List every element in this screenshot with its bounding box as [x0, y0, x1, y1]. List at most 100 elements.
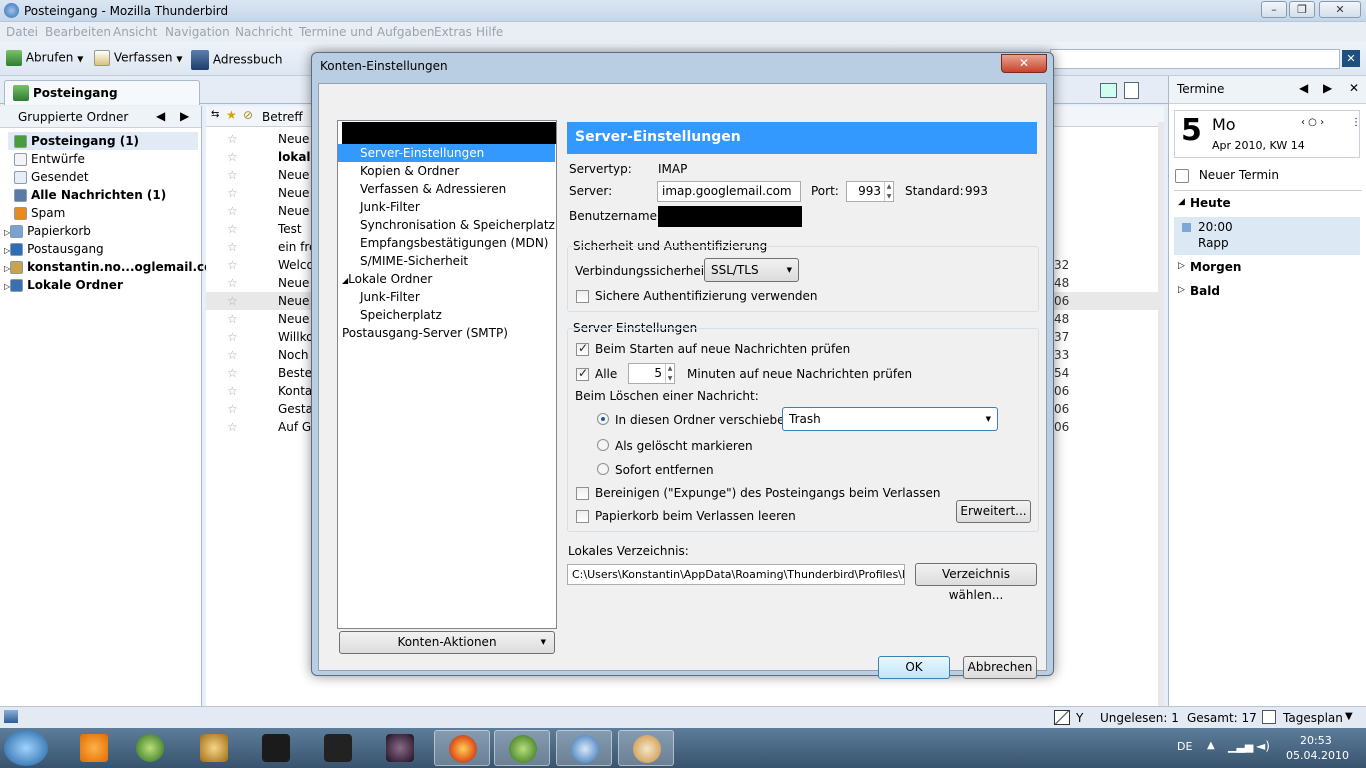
- tree-item[interactable]: Junk-Filter: [360, 198, 420, 216]
- menu-navigation[interactable]: Navigation: [165, 25, 230, 39]
- chevron-down-icon[interactable]: ▼: [1345, 711, 1353, 722]
- folder-item[interactable]: ▷ Lokale Ordner: [4, 276, 123, 294]
- empty-trash-checkbox[interactable]: [576, 510, 589, 523]
- star-icon[interactable]: ☆: [227, 274, 238, 292]
- star-icon[interactable]: ☆: [227, 166, 238, 184]
- star-icon[interactable]: ☆: [227, 202, 238, 220]
- port-input[interactable]: 993 ▲ ▼: [846, 181, 894, 202]
- star-icon[interactable]: ☆: [227, 400, 238, 418]
- tree-item[interactable]: ◢Lokale Ordner: [342, 270, 432, 288]
- taskbar-app-globe-2[interactable]: [494, 730, 550, 766]
- tree-item[interactable]: Synchronisation & Speicherplatz: [360, 216, 555, 234]
- check-on-start-checkbox[interactable]: [576, 341, 589, 356]
- previous-day-icon[interactable]: ◀: [1299, 81, 1308, 95]
- check-on-start-label[interactable]: Beim Starten auf neue Nachrichten prüfen: [595, 342, 850, 356]
- tree-item[interactable]: Verfassen & Adressieren: [360, 180, 506, 198]
- folder-item[interactable]: Entwürfe: [14, 150, 85, 168]
- redacted-username-input[interactable]: [658, 206, 802, 227]
- expand-tomorrow-icon[interactable]: ▷: [1178, 261, 1185, 271]
- star-icon[interactable]: ☆: [227, 310, 238, 328]
- maximize-button[interactable]: ❐: [1289, 1, 1315, 18]
- menu-extras[interactable]: Extras: [434, 25, 472, 39]
- account-actions-button[interactable]: Konten-Aktionen ▼: [339, 631, 555, 654]
- cancel-button[interactable]: Abbrechen: [963, 656, 1037, 679]
- choose-directory-button[interactable]: Verzeichnis wählen...: [915, 563, 1037, 602]
- check-every-label[interactable]: Alle: [595, 367, 617, 381]
- empty-trash-label[interactable]: Papierkorb beim Verlassen leeren: [595, 509, 796, 523]
- mark-deleted-label[interactable]: Als gelöscht markieren: [615, 439, 753, 453]
- star-icon[interactable]: ☆: [227, 148, 238, 166]
- menu-hilfe[interactable]: Hilfe: [476, 25, 503, 39]
- move-to-folder-label[interactable]: In diesen Ordner verschieben:: [615, 413, 796, 427]
- folder-item[interactable]: Spam: [14, 204, 65, 222]
- taskbar-firefox[interactable]: [434, 730, 490, 766]
- tree-item[interactable]: Empfangsbestätigungen (MDN): [360, 234, 548, 252]
- minimize-button[interactable]: –: [1261, 1, 1287, 18]
- subject-column-header[interactable]: Betreff: [262, 110, 303, 124]
- expand-today-icon[interactable]: ◢: [1178, 197, 1185, 207]
- start-button[interactable]: [4, 730, 48, 766]
- close-window-button[interactable]: ✕: [1319, 1, 1361, 18]
- star-icon[interactable]: ☆: [227, 220, 238, 238]
- taskbar-game[interactable]: [372, 730, 428, 766]
- folder-item[interactable]: Gesendet: [14, 168, 89, 186]
- taskbar-battlefield[interactable]: [310, 730, 366, 766]
- taskbar-vlc[interactable]: [66, 730, 122, 766]
- menu-datei[interactable]: Datei: [6, 25, 38, 39]
- check-interval-input[interactable]: 5 ▲ ▼: [628, 363, 675, 384]
- dialog-close-button[interactable]: ✕: [1001, 54, 1047, 73]
- tree-item[interactable]: Junk-Filter: [360, 288, 420, 306]
- star-icon[interactable]: ☆: [227, 346, 238, 364]
- tree-item[interactable]: Speicherplatz: [360, 306, 442, 324]
- star-icon[interactable]: ☆: [227, 382, 238, 400]
- folder-item[interactable]: ▷ konstantin.no...oglemail.com: [4, 258, 225, 276]
- mark-deleted-radio[interactable]: [597, 439, 609, 451]
- local-directory-input[interactable]: C:\Users\Konstantin\AppData\Roaming\Thun…: [567, 564, 905, 585]
- expand-soon-icon[interactable]: ▷: [1178, 285, 1185, 295]
- day-nav-icon[interactable]: ‹ ○ ›: [1301, 117, 1324, 128]
- tasks-icon[interactable]: [1124, 82, 1139, 99]
- star-icon[interactable]: ☆: [227, 364, 238, 382]
- next-view-icon[interactable]: ▶: [180, 109, 189, 123]
- tab-inbox[interactable]: Posteingang: [4, 80, 200, 105]
- folder-item[interactable]: ▷ Postausgang: [4, 240, 104, 258]
- clear-search-icon[interactable]: ✕: [1342, 50, 1360, 67]
- menu-bearbeiten[interactable]: Bearbeiten: [45, 25, 111, 39]
- agenda-today[interactable]: Heute: [1190, 196, 1231, 210]
- input-language[interactable]: DE: [1177, 740, 1192, 753]
- move-to-folder-radio[interactable]: [597, 413, 609, 425]
- star-icon[interactable]: ☆: [227, 184, 238, 202]
- previous-view-icon[interactable]: ◀: [156, 109, 165, 123]
- new-event-button[interactable]: Neuer Termin: [1175, 168, 1279, 183]
- menu-ansicht[interactable]: Ansicht: [113, 25, 157, 39]
- folder-item[interactable]: Posteingang (1): [8, 132, 198, 150]
- star-column-icon[interactable]: ★: [226, 108, 237, 122]
- agenda-soon[interactable]: Bald: [1190, 284, 1220, 298]
- taskbar-app-globe[interactable]: [122, 730, 178, 766]
- star-icon[interactable]: ☆: [227, 130, 238, 148]
- thread-column-icon[interactable]: ⇆: [211, 109, 219, 120]
- remove-immediately-radio[interactable]: [597, 463, 609, 475]
- attachment-column-icon[interactable]: ⊘: [243, 108, 253, 122]
- clock-date[interactable]: 05.04.2010: [1286, 749, 1349, 762]
- close-pane-icon[interactable]: ✕: [1349, 81, 1359, 95]
- folder-item[interactable]: ▷ Papierkorb: [4, 222, 91, 240]
- chevron-down-icon[interactable]: ▼: [176, 55, 182, 64]
- star-icon[interactable]: ☆: [227, 292, 238, 310]
- taskbar-thunderbird[interactable]: [556, 730, 612, 766]
- tree-item[interactable]: Postausgang-Server (SMTP): [342, 324, 508, 342]
- secure-auth-label[interactable]: Sichere Authentifizierung verwenden: [595, 289, 818, 303]
- chevron-down-icon[interactable]: ▼: [77, 55, 83, 64]
- tray-arrow-icon[interactable]: ▲: [1207, 740, 1215, 751]
- trash-folder-select[interactable]: Trash ▼: [782, 407, 998, 431]
- menu-nachricht[interactable]: Nachricht: [235, 25, 293, 39]
- tree-item[interactable]: S/MIME-Sicherheit: [360, 252, 468, 270]
- star-icon[interactable]: ☆: [227, 238, 238, 256]
- connection-security-select[interactable]: SSL/TLS ▼: [704, 258, 799, 282]
- star-icon[interactable]: ☆: [227, 256, 238, 274]
- agenda-tomorrow[interactable]: Morgen: [1190, 260, 1241, 274]
- agenda-event[interactable]: 20:00 Rapp: [1174, 217, 1360, 255]
- star-icon[interactable]: ☆: [227, 418, 238, 436]
- check-every-checkbox[interactable]: [576, 366, 589, 381]
- server-input[interactable]: imap.googlemail.com: [657, 181, 801, 202]
